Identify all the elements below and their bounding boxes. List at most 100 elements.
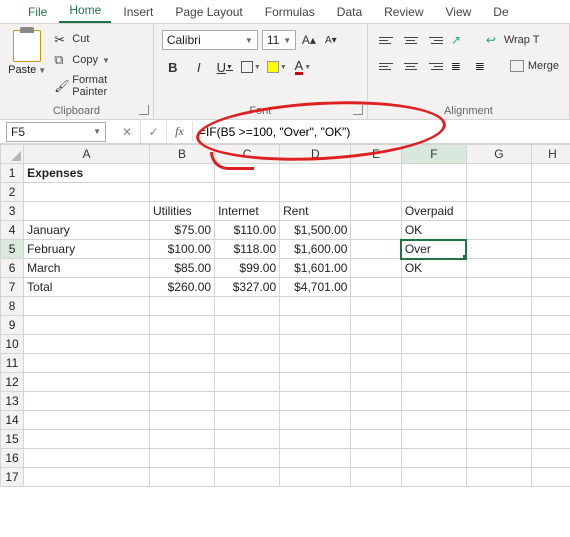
cell[interactable]: Expenses xyxy=(24,164,150,183)
cell[interactable] xyxy=(24,468,150,487)
col-header[interactable]: C xyxy=(215,145,280,164)
increase-font-size-button[interactable]: A▴ xyxy=(300,30,318,50)
cell[interactable] xyxy=(351,373,401,392)
cell[interactable] xyxy=(466,335,531,354)
col-header[interactable]: E xyxy=(351,145,401,164)
cell[interactable] xyxy=(280,335,351,354)
cell[interactable] xyxy=(150,316,215,335)
cell[interactable] xyxy=(150,468,215,487)
cell[interactable] xyxy=(466,259,531,278)
borders-button[interactable]: ▼ xyxy=(240,56,262,78)
cell[interactable] xyxy=(150,373,215,392)
cell[interactable] xyxy=(150,183,215,202)
cell[interactable] xyxy=(24,316,150,335)
cell[interactable] xyxy=(401,430,466,449)
font-color-button[interactable]: A▼ xyxy=(292,56,314,78)
name-box[interactable]: F5 ▼ xyxy=(6,122,106,142)
cancel-formula-button[interactable]: ✕ xyxy=(114,121,140,143)
row-header[interactable]: 17 xyxy=(1,468,24,487)
cell[interactable] xyxy=(24,335,150,354)
align-left-button[interactable] xyxy=(376,56,398,76)
align-bottom-button[interactable] xyxy=(424,30,446,50)
cell[interactable] xyxy=(215,164,280,183)
cell[interactable] xyxy=(351,164,401,183)
cell[interactable] xyxy=(401,354,466,373)
tab-data[interactable]: Data xyxy=(327,2,372,23)
cell[interactable] xyxy=(215,373,280,392)
cell[interactable] xyxy=(215,449,280,468)
cell[interactable] xyxy=(466,392,531,411)
cell[interactable] xyxy=(215,297,280,316)
select-all-button[interactable] xyxy=(1,145,24,164)
cell[interactable] xyxy=(280,449,351,468)
cell[interactable] xyxy=(531,259,570,278)
italic-button[interactable]: I xyxy=(188,56,210,78)
cell[interactable] xyxy=(24,202,150,221)
cell[interactable] xyxy=(280,316,351,335)
cell[interactable] xyxy=(24,449,150,468)
cell[interactable] xyxy=(531,183,570,202)
insert-function-button[interactable]: fx xyxy=(166,121,192,143)
cell[interactable]: $1,601.00 xyxy=(280,259,351,278)
cell[interactable] xyxy=(466,278,531,297)
paste-button[interactable]: Paste▼ xyxy=(8,28,46,98)
cell[interactable] xyxy=(466,202,531,221)
dialog-launcher-icon[interactable] xyxy=(353,105,363,115)
align-top-button[interactable] xyxy=(376,30,398,50)
cell[interactable] xyxy=(401,164,466,183)
worksheet-grid[interactable]: A B C D E F G H 1 Expenses 2 3 Utilities… xyxy=(0,144,570,487)
cell[interactable] xyxy=(150,430,215,449)
cell[interactable]: $100.00 xyxy=(150,240,215,259)
row-header[interactable]: 7 xyxy=(1,278,24,297)
cell[interactable] xyxy=(215,392,280,411)
row-header[interactable]: 10 xyxy=(1,335,24,354)
cell[interactable] xyxy=(280,430,351,449)
cell[interactable] xyxy=(280,468,351,487)
tab-view[interactable]: View xyxy=(436,2,482,23)
cell[interactable] xyxy=(531,202,570,221)
underline-button[interactable]: U▼ xyxy=(214,56,236,78)
cell[interactable]: Overpaid xyxy=(401,202,466,221)
cell[interactable] xyxy=(351,354,401,373)
cell[interactable] xyxy=(531,468,570,487)
cell[interactable] xyxy=(351,411,401,430)
cell[interactable] xyxy=(280,411,351,430)
cell[interactable] xyxy=(466,297,531,316)
enter-formula-button[interactable]: ✓ xyxy=(140,121,166,143)
cell[interactable] xyxy=(401,335,466,354)
cell[interactable] xyxy=(280,164,351,183)
cell[interactable]: Rent xyxy=(280,202,351,221)
cell[interactable] xyxy=(215,354,280,373)
cell[interactable] xyxy=(280,183,351,202)
row-header[interactable]: 14 xyxy=(1,411,24,430)
cell[interactable] xyxy=(150,335,215,354)
cell[interactable] xyxy=(351,297,401,316)
cell[interactable] xyxy=(466,449,531,468)
cell[interactable]: January xyxy=(24,221,150,240)
cell[interactable] xyxy=(351,221,401,240)
tab-file[interactable]: File xyxy=(18,2,57,23)
row-header[interactable]: 9 xyxy=(1,316,24,335)
cell[interactable] xyxy=(280,373,351,392)
align-center-button[interactable] xyxy=(400,56,422,76)
cell[interactable] xyxy=(24,430,150,449)
row-header[interactable]: 6 xyxy=(1,259,24,278)
tab-review[interactable]: Review xyxy=(374,2,433,23)
cell[interactable] xyxy=(531,297,570,316)
cell[interactable] xyxy=(215,183,280,202)
col-header[interactable]: D xyxy=(280,145,351,164)
row-header[interactable]: 13 xyxy=(1,392,24,411)
row-header[interactable]: 15 xyxy=(1,430,24,449)
cell[interactable] xyxy=(150,164,215,183)
cell[interactable] xyxy=(466,411,531,430)
col-header[interactable]: H xyxy=(531,145,570,164)
font-name-combo[interactable]: Calibri ▼ xyxy=(162,30,258,50)
cell[interactable] xyxy=(466,468,531,487)
cell[interactable] xyxy=(466,183,531,202)
cell[interactable] xyxy=(466,240,531,259)
cell[interactable]: February xyxy=(24,240,150,259)
decrease-font-size-button[interactable]: A▾ xyxy=(322,30,340,50)
cell[interactable] xyxy=(351,278,401,297)
cell[interactable] xyxy=(401,278,466,297)
cell[interactable]: Internet xyxy=(215,202,280,221)
